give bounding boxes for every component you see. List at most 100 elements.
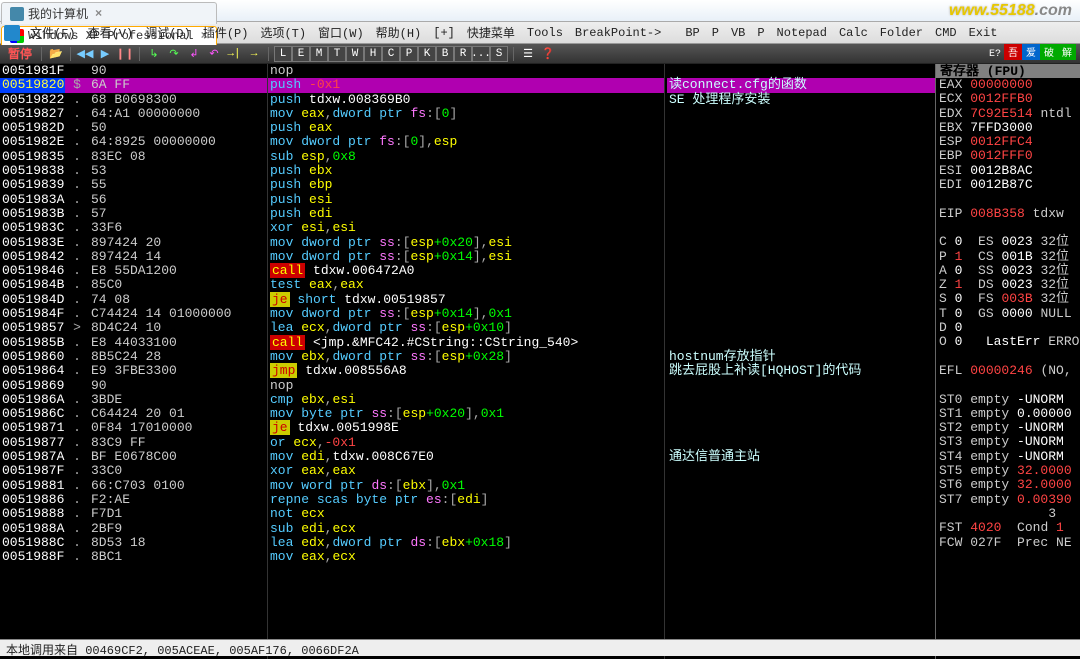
marker-column[interactable]: $................>............... bbox=[65, 64, 89, 659]
toolbar-r-button[interactable]: R bbox=[454, 46, 472, 62]
reg-row[interactable] bbox=[936, 350, 1080, 364]
menu-item-6[interactable]: 帮助(H) bbox=[370, 25, 428, 43]
asm-row[interactable]: mov dword ptr ss:[esp+0x20],esi bbox=[268, 236, 664, 250]
hex-row[interactable]: 897424 14 bbox=[89, 250, 267, 264]
comment-column[interactable]: 读connect.cfg的函数SE 处理程序安装hostnum存放指针跳去屁股上… bbox=[665, 64, 935, 659]
tool-7[interactable]: Notepad bbox=[771, 24, 833, 42]
badge-4[interactable]: 解 bbox=[1058, 44, 1076, 60]
comment-row[interactable] bbox=[667, 178, 935, 192]
address-column[interactable]: 0051981F0051982000519822005198270051982D… bbox=[0, 64, 65, 659]
asm-row[interactable]: push ebx bbox=[268, 164, 664, 178]
menu-item-5[interactable]: 窗口(W) bbox=[312, 25, 370, 43]
addr-row[interactable]: 00519857 bbox=[0, 321, 65, 335]
comment-row[interactable] bbox=[667, 307, 935, 321]
toolbar-p-button[interactable]: P bbox=[400, 46, 418, 62]
asm-row[interactable]: call tdxw.006472A0 bbox=[268, 264, 664, 278]
reg-row[interactable]: Z 1 DS 0023 32位 bbox=[936, 278, 1080, 292]
registers-panel[interactable]: 寄存器 (FPU)EAX 00000000ECX 0012FFB0EDX 7C9… bbox=[935, 64, 1080, 659]
reg-row[interactable]: ECX 0012FFB0 bbox=[936, 92, 1080, 106]
asm-row[interactable]: repne scas byte ptr es:[edi] bbox=[268, 493, 664, 507]
comment-row[interactable] bbox=[667, 221, 935, 235]
toolbar-h-button[interactable]: H bbox=[364, 46, 382, 62]
q-icon[interactable]: ❓ bbox=[539, 46, 557, 62]
hex-row[interactable]: 90 bbox=[89, 64, 267, 78]
comment-row[interactable] bbox=[667, 421, 935, 435]
hex-row[interactable]: E8 44033100 bbox=[89, 336, 267, 350]
asm-row[interactable]: nop bbox=[268, 64, 664, 78]
comment-row[interactable] bbox=[667, 393, 935, 407]
addr-row[interactable]: 0051982E bbox=[0, 135, 65, 149]
asm-row[interactable]: mov eax,dword ptr fs:[0] bbox=[268, 107, 664, 121]
comment-row[interactable] bbox=[667, 507, 935, 521]
comment-row[interactable] bbox=[667, 550, 935, 564]
menu-item-1[interactable]: 查看(V) bbox=[82, 25, 140, 43]
hex-row[interactable]: C74424 14 01000000 bbox=[89, 307, 267, 321]
asm-row[interactable]: mov byte ptr ss:[esp+0x20],0x1 bbox=[268, 407, 664, 421]
asm-row[interactable]: sub esp,0x8 bbox=[268, 150, 664, 164]
hex-row[interactable]: 55 bbox=[89, 178, 267, 192]
asm-row[interactable]: push ebp bbox=[268, 178, 664, 192]
comment-row[interactable] bbox=[667, 436, 935, 450]
asm-row[interactable]: mov ebx,dword ptr ss:[esp+0x28] bbox=[268, 350, 664, 364]
hex-row[interactable]: 897424 20 bbox=[89, 236, 267, 250]
addr-row[interactable]: 00519839 bbox=[0, 178, 65, 192]
hex-column[interactable]: 906A FF68 B069830064:A1 000000005064:892… bbox=[89, 64, 267, 659]
addr-row[interactable]: 0051983C bbox=[0, 221, 65, 235]
comment-row[interactable] bbox=[667, 293, 935, 307]
ehk-icon[interactable]: ☰ bbox=[519, 46, 537, 62]
addr-row[interactable]: 00519869 bbox=[0, 379, 65, 393]
step-out-icon[interactable]: ↶ bbox=[205, 46, 223, 62]
comment-row[interactable] bbox=[667, 278, 935, 292]
asm-row[interactable]: mov dword ptr fs:[0],esp bbox=[268, 135, 664, 149]
comment-row[interactable] bbox=[667, 321, 935, 335]
badge-1[interactable]: 吾 bbox=[1004, 44, 1022, 60]
hex-row[interactable]: E9 3FBE3300 bbox=[89, 364, 267, 378]
addr-row[interactable]: 00519846 bbox=[0, 264, 65, 278]
asm-row[interactable]: je short tdxw.00519857 bbox=[268, 293, 664, 307]
hex-row[interactable]: 85C0 bbox=[89, 278, 267, 292]
addr-row[interactable]: 00519881 bbox=[0, 479, 65, 493]
addr-row[interactable]: 00519888 bbox=[0, 507, 65, 521]
comment-row[interactable]: SE 处理程序安装 bbox=[667, 93, 935, 107]
tools-label[interactable]: 快捷菜单 bbox=[461, 22, 521, 43]
addr-row[interactable]: 00519835 bbox=[0, 150, 65, 164]
asm-row[interactable]: mov edi,tdxw.008C67E0 bbox=[268, 450, 664, 464]
reg-row[interactable]: ST7 empty 0.00390 bbox=[936, 493, 1080, 507]
addr-row[interactable]: 0051988F bbox=[0, 550, 65, 564]
comment-row[interactable] bbox=[667, 264, 935, 278]
reg-row[interactable]: EIP 008B358 tdxw bbox=[936, 207, 1080, 221]
comment-row[interactable] bbox=[667, 464, 935, 478]
menu-item-2[interactable]: 调试(D) bbox=[139, 25, 197, 43]
toolbar-e-button[interactable]: E bbox=[292, 46, 310, 62]
asm-row[interactable]: or ecx,-0x1 bbox=[268, 436, 664, 450]
toolbar-m-button[interactable]: M bbox=[310, 46, 328, 62]
run-to-icon[interactable]: →| bbox=[225, 46, 243, 62]
hex-row[interactable]: C64424 20 01 bbox=[89, 407, 267, 421]
toolbar-t-button[interactable]: T bbox=[328, 46, 346, 62]
reg-row[interactable]: ST1 empty 0.00000 bbox=[936, 407, 1080, 421]
hex-row[interactable]: 64:A1 00000000 bbox=[89, 107, 267, 121]
comment-row[interactable] bbox=[667, 236, 935, 250]
hex-row[interactable]: F2:AE bbox=[89, 493, 267, 507]
hex-row[interactable]: 56 bbox=[89, 193, 267, 207]
reg-row[interactable]: ESP 0012FFC4 bbox=[936, 135, 1080, 149]
reg-row[interactable]: EFL 00000246 (NO, bbox=[936, 364, 1080, 378]
comment-row[interactable] bbox=[667, 150, 935, 164]
comment-row[interactable] bbox=[667, 250, 935, 264]
asm-row[interactable]: mov word ptr ds:[ebx],0x1 bbox=[268, 479, 664, 493]
step-trace-icon[interactable]: ↲ bbox=[185, 46, 203, 62]
addr-row[interactable]: 0051987A bbox=[0, 450, 65, 464]
asm-row[interactable]: jmp tdxw.008556A8 bbox=[268, 364, 664, 378]
tool-2[interactable] bbox=[667, 24, 679, 42]
comment-row[interactable] bbox=[667, 207, 935, 221]
addr-row[interactable]: 0051988A bbox=[0, 522, 65, 536]
toolbar-open-icon[interactable]: 📂 bbox=[47, 46, 65, 62]
comment-row[interactable] bbox=[667, 479, 935, 493]
tool-0[interactable]: Tools bbox=[521, 24, 569, 42]
asm-row[interactable]: lea edx,dword ptr ds:[ebx+0x18] bbox=[268, 536, 664, 550]
toolbar-restart-icon[interactable]: ◀◀ bbox=[76, 46, 94, 62]
tool-4[interactable]: P bbox=[706, 24, 725, 42]
toolbar-s-button[interactable]: S bbox=[490, 46, 508, 62]
comment-row[interactable] bbox=[667, 135, 935, 149]
hex-row[interactable]: E8 55DA1200 bbox=[89, 264, 267, 278]
